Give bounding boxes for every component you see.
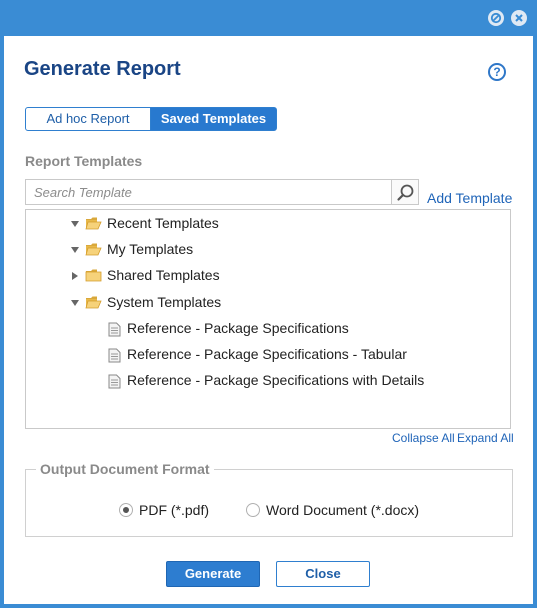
document-icon: [108, 348, 121, 363]
collapse-all-link[interactable]: Collapse All: [392, 431, 455, 445]
expanded-arrow-icon[interactable]: [70, 219, 80, 229]
generate-button[interactable]: Generate: [166, 561, 260, 587]
folder-icon: [85, 269, 102, 282]
tree-file-label: Reference - Package Specifications - Tab…: [127, 346, 407, 362]
collapsed-arrow-icon[interactable]: [70, 271, 80, 281]
expand-all-link[interactable]: Expand All: [457, 431, 514, 445]
tree-folder-label: Shared Templates: [107, 267, 220, 283]
expanded-arrow-icon[interactable]: [70, 245, 80, 255]
open-folder-icon: [85, 217, 102, 230]
tree-folder-system-templates[interactable]: System Templates: [70, 292, 270, 314]
tree-file-label: Reference - Package Specifications with …: [127, 372, 425, 388]
tree-folder-label: System Templates: [107, 294, 222, 310]
dialog-titlebar: [0, 0, 537, 36]
tree-file-item[interactable]: Reference - Package Specifications - Tab…: [108, 344, 498, 366]
dialog-title: Generate Report: [24, 58, 181, 80]
minimize-icon[interactable]: [488, 10, 504, 26]
generate-report-dialog: Generate Report ? Ad hoc Report Saved Te…: [0, 0, 537, 608]
expanded-arrow-icon[interactable]: [70, 298, 80, 308]
report-templates-label: Report Templates: [25, 153, 143, 169]
close-icon[interactable]: [511, 10, 527, 26]
tree-file-item[interactable]: Reference - Package Specifications with …: [108, 370, 498, 392]
help-icon[interactable]: ?: [488, 63, 506, 81]
output-format-fieldset: Output Document Format PDF (*.pdf) Word …: [25, 461, 513, 537]
tree-folder-label: My Templates: [107, 241, 194, 257]
pdf-radio[interactable]: [119, 503, 133, 517]
document-icon: [108, 374, 121, 389]
tree-folder-my-templates[interactable]: My Templates: [70, 239, 270, 261]
close-button[interactable]: Close: [276, 561, 370, 587]
docx-radio-label[interactable]: Word Document (*.docx): [266, 502, 419, 518]
docx-radio[interactable]: [246, 503, 260, 517]
document-icon: [108, 322, 121, 337]
tree-file-item[interactable]: Reference - Package Specifications: [108, 318, 498, 340]
open-folder-icon: [85, 243, 102, 256]
template-tree: Recent Templates My Templates Shared Tem…: [25, 209, 511, 429]
search-button[interactable]: [391, 179, 419, 205]
search-icon: [397, 184, 414, 201]
search-template-input[interactable]: [25, 179, 391, 205]
dialog-body: Generate Report ? Ad hoc Report Saved Te…: [4, 36, 533, 604]
tree-folder-recent-templates[interactable]: Recent Templates: [70, 213, 270, 235]
tree-file-label: Reference - Package Specifications: [127, 320, 349, 336]
tree-folder-shared-templates[interactable]: Shared Templates: [70, 265, 270, 287]
tab-ad-hoc-report[interactable]: Ad hoc Report: [25, 107, 151, 131]
output-format-legend: Output Document Format: [36, 461, 214, 477]
open-folder-icon: [85, 296, 102, 309]
add-template-link[interactable]: Add Template: [427, 190, 512, 206]
tree-folder-label: Recent Templates: [107, 215, 219, 231]
tab-saved-templates[interactable]: Saved Templates: [150, 107, 277, 131]
pdf-radio-label[interactable]: PDF (*.pdf): [139, 502, 209, 518]
